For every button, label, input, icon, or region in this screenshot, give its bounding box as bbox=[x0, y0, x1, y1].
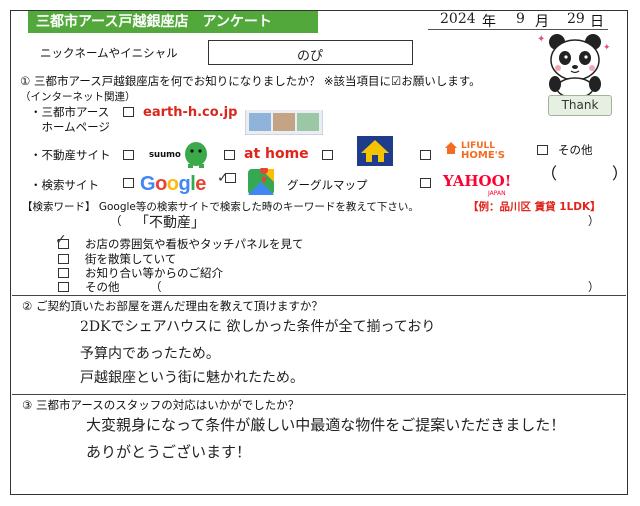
realestate-label: ・不動産サイト bbox=[30, 148, 111, 162]
checkmark-store-atmosphere: ✓ bbox=[55, 232, 67, 248]
checkbox-realestate-other[interactable] bbox=[537, 145, 548, 155]
realestate-other-paren-open: （ bbox=[541, 164, 558, 183]
earth-logo: earth-h.co.jp bbox=[143, 105, 238, 120]
google-logo: Google bbox=[140, 173, 206, 195]
house-site-logo-icon bbox=[357, 136, 393, 166]
googlemap-label: グーグルマップ bbox=[287, 178, 368, 192]
lifull-house-icon bbox=[445, 142, 457, 154]
homepage-label-line1: ・三都市アース bbox=[30, 105, 110, 119]
yahoo-logo: YAHOO! bbox=[443, 172, 512, 190]
date-month-unit: 月 bbox=[535, 14, 549, 30]
date-month: 9 bbox=[516, 11, 525, 27]
keyword-paren-open: （ bbox=[110, 214, 122, 228]
checkbox-offline-other[interactable] bbox=[58, 282, 69, 292]
nickname-value: のぴ bbox=[297, 49, 324, 64]
q1-question: ① 三都市アース戸越銀座店を何でお知りになりましたか？ ※該当項目に☑お願いしま… bbox=[20, 74, 481, 88]
checkbox-lifull[interactable] bbox=[420, 150, 431, 160]
athome-logo: at home bbox=[244, 146, 309, 162]
q3-question: ③ 三都市アースのスタッフの対応はいかがでしたか？ bbox=[22, 398, 300, 412]
keyword-example: 【例：品川区 賃貸 1LDK】 bbox=[468, 201, 601, 213]
search-site-label: ・検索サイト bbox=[30, 178, 99, 192]
svg-text:✦: ✦ bbox=[537, 34, 545, 45]
keyword-value: 「不動産」 bbox=[135, 215, 205, 231]
checkbox-google[interactable] bbox=[123, 178, 134, 188]
survey-title: 三都市アース戸越銀座店 アンケート bbox=[28, 11, 318, 33]
q2-answer-line2: 予算内であったため。 bbox=[80, 346, 220, 362]
internet-label: （インターネット関連） bbox=[20, 91, 136, 103]
q3-answer-line1: 大変親身になって条件が厳しい中最適な物件をご提案いただきました！ bbox=[86, 416, 566, 434]
checkbox-suumo[interactable] bbox=[123, 150, 134, 160]
checkbox-walking[interactable] bbox=[58, 254, 69, 264]
svg-text:✦: ✦ bbox=[603, 43, 611, 53]
suumo-mascot-icon bbox=[185, 142, 207, 168]
q2-answer-line1: 2DKでシェアハウスに 欲しかった条件が全て揃っており bbox=[80, 319, 436, 335]
divider-q2 bbox=[12, 295, 626, 296]
date-day: 29 bbox=[567, 11, 585, 27]
homepage-screenshot-icon bbox=[245, 105, 323, 135]
checkbox-house-site[interactable] bbox=[322, 150, 333, 160]
homepage-label-line2: ホームページ bbox=[30, 120, 110, 134]
checkmark-googlemap: ✓ bbox=[217, 170, 229, 186]
googlemap-icon bbox=[248, 168, 274, 195]
checkbox-yahoo[interactable] bbox=[420, 178, 431, 188]
date-year: 2024 bbox=[440, 11, 476, 27]
suumo-logo: suumo bbox=[149, 150, 181, 160]
realestate-other-paren-close: ） bbox=[612, 164, 629, 183]
q3-answer-line2: ありがとうございます！ bbox=[86, 443, 252, 461]
keyword-label: 【検索ワード】 Google等の検索サイトで検索した時のキーワードを教えて下さい… bbox=[22, 201, 419, 213]
date-year-unit: 年 bbox=[482, 14, 496, 30]
option-offline-other: その他 bbox=[85, 280, 120, 294]
option-store-atmosphere: お店の雰囲気や看板やタッチパネルを見て bbox=[85, 237, 304, 251]
checkbox-athome[interactable] bbox=[224, 150, 235, 160]
lifull-logo-line2: HOME'S bbox=[461, 150, 505, 161]
nickname-label: ニックネームやイニシャル bbox=[40, 46, 178, 60]
q2-question: ② ご契約頂いたお部屋を選んだ理由を教えて頂けますか？ bbox=[22, 299, 323, 313]
offline-other-paren-close: ） bbox=[588, 280, 600, 294]
checkbox-homepage[interactable] bbox=[123, 107, 134, 117]
panda-mascot-icon: ✦ ✦ bbox=[537, 34, 611, 98]
q2-answer-line3: 戸越銀座という街に魅かれたため。 bbox=[80, 370, 304, 386]
thank-sign: Thank bbox=[548, 95, 612, 116]
divider-q3 bbox=[12, 394, 626, 395]
keyword-paren-close: ） bbox=[588, 214, 600, 228]
checkbox-referral[interactable] bbox=[58, 268, 69, 278]
offline-other-paren-open: （ bbox=[150, 280, 162, 294]
yahoo-japan-sub: JAPAN bbox=[488, 190, 506, 197]
realestate-other-label: その他 bbox=[558, 143, 593, 157]
date-day-unit: 日 bbox=[590, 14, 604, 30]
